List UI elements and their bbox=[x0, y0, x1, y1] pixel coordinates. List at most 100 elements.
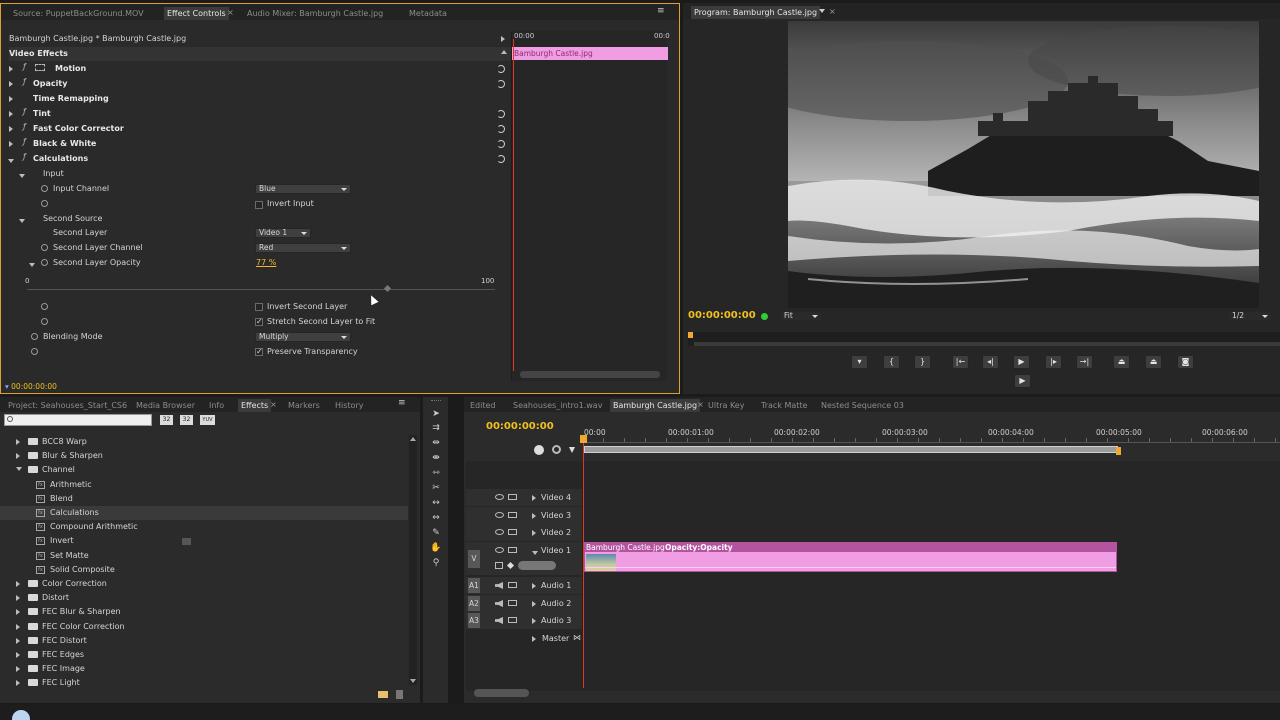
fx-toggle-icon[interactable]: ƒ bbox=[23, 137, 26, 146]
track-video-3[interactable]: Video 3 bbox=[466, 507, 582, 524]
tab-history[interactable]: History bbox=[335, 399, 363, 412]
new-bin-icon[interactable] bbox=[378, 691, 388, 698]
second-layer-opacity-value[interactable]: 77 % bbox=[256, 256, 276, 270]
fx-toggle-icon[interactable]: ƒ bbox=[23, 107, 26, 116]
track-audio-3[interactable]: A3 Audio 3 bbox=[466, 612, 582, 629]
effects-tree-item[interactable]: FEC Light bbox=[0, 676, 408, 690]
expand-tint-icon[interactable] bbox=[9, 111, 13, 117]
ec-clip-bar[interactable]: Bamburgh Castle.jpg bbox=[512, 47, 668, 60]
reset-tint-icon[interactable] bbox=[497, 110, 505, 118]
lock-icon[interactable] bbox=[508, 600, 517, 606]
expand-folder-icon[interactable] bbox=[16, 652, 20, 658]
effects-tree-item[interactable]: FEC Edges bbox=[0, 648, 408, 662]
timeline-zoom-scrollbar[interactable] bbox=[474, 689, 529, 697]
collapse-second-source-icon[interactable] bbox=[19, 219, 25, 223]
invert-input-checkbox[interactable] bbox=[255, 201, 263, 209]
program-video-frame[interactable] bbox=[788, 21, 1259, 308]
effects-tree-item[interactable]: fx Invert bbox=[0, 534, 408, 548]
extract-button[interactable]: ⏏ bbox=[1145, 355, 1162, 369]
opacity-slider-track[interactable] bbox=[27, 289, 495, 290]
close-icon[interactable]: × bbox=[270, 400, 277, 409]
lock-icon[interactable] bbox=[508, 617, 517, 623]
expand-fast-color-icon[interactable] bbox=[9, 126, 13, 132]
stopwatch-icon[interactable] bbox=[41, 200, 48, 207]
reset-calculations-icon[interactable] bbox=[497, 155, 505, 163]
marker-icon[interactable] bbox=[552, 445, 561, 454]
expand-folder-icon[interactable] bbox=[16, 637, 20, 644]
expand-folder-icon[interactable] bbox=[16, 623, 20, 630]
effects-tree-item[interactable]: fx Compound Arithmetic bbox=[0, 520, 408, 534]
expand-time-remapping-icon[interactable] bbox=[9, 96, 13, 102]
lock-icon[interactable] bbox=[508, 494, 517, 500]
mark-out-button[interactable]: } bbox=[914, 355, 931, 369]
32bit-badge[interactable]: 32 bbox=[180, 415, 193, 425]
lock-icon[interactable] bbox=[508, 582, 517, 588]
expand-folder-icon[interactable] bbox=[16, 609, 20, 616]
add-marker-button[interactable]: ▾ bbox=[851, 355, 868, 369]
eye-icon[interactable] bbox=[495, 494, 504, 500]
expand-track-icon[interactable] bbox=[532, 495, 536, 501]
speaker-icon[interactable] bbox=[495, 600, 503, 607]
play-button[interactable]: ▶ bbox=[1013, 355, 1030, 369]
expand-track-icon[interactable] bbox=[532, 513, 536, 519]
track-video-4[interactable]: Video 4 bbox=[466, 489, 582, 506]
mark-in-button[interactable]: { bbox=[883, 355, 900, 369]
track-video-1[interactable]: V Video 1 bbox=[466, 542, 582, 575]
tab-audio-mixer[interactable]: Audio Mixer: Bamburgh Castle.jpg bbox=[247, 7, 383, 20]
stopwatch-icon[interactable] bbox=[41, 259, 48, 266]
program-timecode[interactable]: 00:00:00:00 bbox=[688, 310, 756, 321]
tab-effect-controls[interactable]: Effect Controls bbox=[164, 7, 229, 20]
timeline-timecode[interactable]: 00:00:00:00 bbox=[486, 421, 554, 432]
tab-bamburgh-castle[interactable]: Bamburgh Castle.jpg bbox=[610, 399, 701, 412]
export-frame-button[interactable]: ◙ bbox=[1177, 355, 1194, 369]
stretch-second-layer-checkbox[interactable]: ✓ bbox=[255, 318, 263, 326]
fx-toggle-icon[interactable]: ƒ bbox=[23, 62, 26, 71]
input-channel-select[interactable]: Blue bbox=[255, 184, 351, 194]
effects-tree-item[interactable]: FEC Distort bbox=[0, 634, 408, 648]
clip-fx-menu[interactable]: Opacity:Opacity bbox=[665, 543, 733, 552]
expand-motion-icon[interactable] bbox=[9, 66, 13, 72]
rolling-edit-tool-icon[interactable]: ⇼ bbox=[429, 452, 443, 464]
tab-media-browser[interactable]: Media Browser bbox=[136, 399, 195, 412]
stopwatch-icon[interactable] bbox=[41, 185, 48, 192]
add-marker-icon[interactable] bbox=[569, 447, 575, 453]
expand-folder-icon[interactable] bbox=[16, 595, 20, 602]
collapse-folder-icon[interactable] bbox=[16, 467, 22, 472]
pen-tool-icon[interactable]: ✎ bbox=[429, 527, 443, 539]
track-master[interactable]: Master ⋈ bbox=[466, 630, 582, 647]
effects-tree-item[interactable]: FEC Color Correction bbox=[0, 620, 408, 634]
opacity-slider-thumb[interactable] bbox=[384, 284, 392, 293]
track-audio-2[interactable]: A2 Audio 2 bbox=[466, 595, 582, 612]
fx-toggle-icon[interactable]: ƒ bbox=[23, 77, 26, 86]
playhead-handle-icon[interactable] bbox=[580, 435, 587, 443]
track-audio-1[interactable]: A1 Audio 1 bbox=[466, 577, 582, 594]
timeline-ruler[interactable]: 00:00 00:00:01:00 00:00:02:00 00:00:03:0… bbox=[582, 427, 1280, 457]
yuv-badge[interactable]: YUV bbox=[200, 415, 215, 425]
track-id[interactable]: A3 bbox=[468, 613, 480, 628]
second-layer-channel-select[interactable]: Red bbox=[255, 243, 351, 253]
expand-track-icon[interactable] bbox=[532, 636, 536, 642]
resolution-select[interactable]: 1/2 bbox=[1228, 311, 1272, 321]
zoom-tool-icon[interactable]: ⚲ bbox=[429, 557, 443, 569]
lift-button[interactable]: ⏏ bbox=[1113, 355, 1130, 369]
expand-folder-icon[interactable] bbox=[16, 680, 20, 687]
fx-toggle-icon[interactable]: ƒ bbox=[23, 152, 26, 161]
go-to-out-button[interactable]: →| bbox=[1076, 355, 1093, 369]
effect-opacity[interactable]: Opacity bbox=[33, 77, 67, 91]
effects-tree-item[interactable]: FEC Image bbox=[0, 662, 408, 676]
blending-mode-select[interactable]: Multiply bbox=[255, 332, 351, 342]
invert-second-layer-checkbox[interactable] bbox=[255, 303, 263, 311]
stopwatch-icon[interactable] bbox=[41, 318, 48, 325]
expand-track-icon[interactable] bbox=[532, 601, 536, 607]
step-back-button[interactable]: ◂| bbox=[982, 355, 999, 369]
hand-tool-icon[interactable]: ✋ bbox=[429, 542, 443, 554]
effects-tree-item[interactable]: Blur & Sharpen bbox=[0, 449, 408, 463]
close-icon[interactable]: × bbox=[697, 400, 704, 409]
effects-tree-item[interactable]: fx Solid Composite bbox=[0, 563, 408, 577]
ec-scrollbar[interactable] bbox=[520, 371, 660, 378]
tab-source[interactable]: Source: PuppetBackGround.MOV bbox=[13, 7, 144, 20]
eye-icon[interactable] bbox=[495, 512, 504, 518]
effects-tree-item[interactable]: Distort bbox=[0, 591, 408, 605]
reset-black-white-icon[interactable] bbox=[497, 140, 505, 148]
tools-grip[interactable] bbox=[431, 400, 441, 403]
